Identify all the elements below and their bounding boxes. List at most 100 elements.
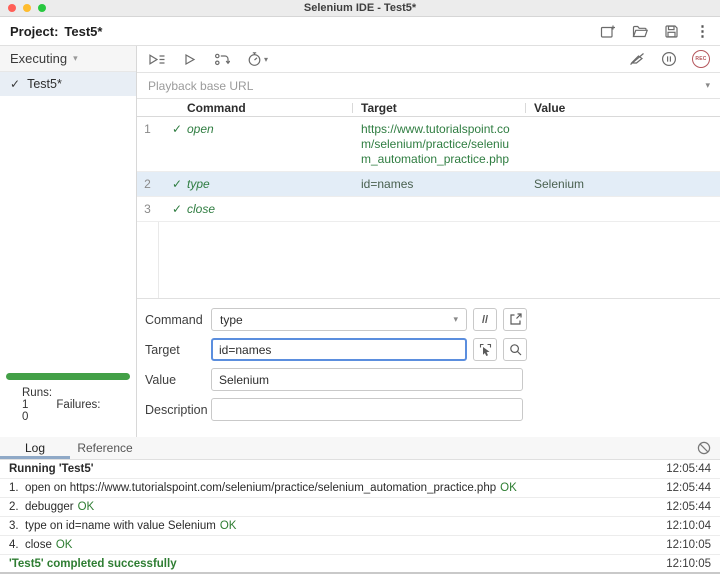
log-entry-text: debugger	[25, 501, 74, 513]
tests-view-label: Executing	[10, 51, 67, 66]
log-entry-text: Running 'Test5'	[9, 463, 93, 475]
log-entry-time: 12:05:44	[658, 482, 711, 494]
editor-panel: ▾ REC ▾	[137, 46, 720, 437]
test-speed-button[interactable]: ▾	[247, 51, 268, 67]
run-progress-bar	[6, 373, 130, 380]
runs-summary: Runs: 1Failures: 0	[0, 380, 136, 437]
open-folder-icon	[632, 24, 648, 39]
record-button[interactable]: REC	[692, 50, 710, 68]
log-entry-time: 12:05:44	[658, 501, 711, 513]
command-row[interactable]: 2 ✓type id=names Selenium	[137, 172, 720, 197]
log-entry-status: OK	[500, 482, 517, 494]
log-entry-time: 12:10:05	[658, 558, 711, 570]
playback-toolbar: ▾ REC	[137, 46, 720, 73]
toggle-comment-button[interactable]: //	[473, 308, 497, 331]
command-select[interactable]: type ▾	[211, 308, 467, 331]
command-row[interactable]: 1 ✓open https://www.tutorialspoint.com/s…	[137, 117, 720, 172]
find-target-button[interactable]	[503, 338, 527, 361]
project-bar: Project:Test5* ⋮	[0, 17, 720, 46]
save-project-button[interactable]	[664, 24, 679, 39]
log-entry-time: 12:05:44	[658, 463, 711, 475]
comment-slashes-icon: //	[482, 314, 488, 326]
open-in-new-window-button[interactable]	[503, 308, 527, 331]
log-entry-number: 2.	[9, 501, 25, 513]
column-divider	[525, 103, 526, 113]
commands-table-body: 1 ✓open https://www.tutorialspoint.com/s…	[137, 117, 720, 298]
command-passed-check-icon: ✓	[172, 202, 182, 217]
value-input[interactable]	[211, 368, 523, 391]
kebab-menu-icon: ⋮	[695, 24, 710, 39]
target-cell: https://www.tutorialspoint.com/selenium/…	[352, 117, 525, 171]
log-entry: 'Test5' completed successfully 12:10:05	[0, 555, 720, 572]
new-project-button[interactable]	[600, 24, 616, 39]
log-entry: 1. open on https://www.tutorialspoint.co…	[0, 479, 720, 498]
titlebar: Selenium IDE - Test5*	[0, 0, 720, 17]
stopwatch-icon	[247, 51, 262, 67]
chevron-down-icon: ▾	[73, 53, 78, 64]
command-row-number: 2	[137, 172, 158, 196]
main-area: Executing ▾ ✓ Test5* Runs: 1Failures: 0	[0, 46, 720, 437]
step-over-button[interactable]	[213, 52, 230, 67]
failures-label: Failures:	[56, 399, 100, 411]
more-options-button[interactable]: ⋮	[695, 24, 710, 39]
target-input[interactable]	[211, 338, 467, 361]
project-actions: ⋮	[600, 24, 710, 39]
command-passed-check-icon: ✓	[172, 122, 182, 137]
run-current-test-button[interactable]	[183, 52, 196, 67]
log-entry-status: OK	[220, 520, 237, 532]
log-entry: 4. close OK 12:10:05	[0, 536, 720, 555]
tests-view-dropdown[interactable]: Executing ▾	[0, 46, 136, 72]
command-editor-form: Command type ▾ // Target	[137, 298, 720, 437]
command-select-value: type	[220, 313, 243, 327]
project-title: Project:Test5*	[10, 24, 102, 39]
toolbar-left-group: ▾	[147, 51, 268, 67]
tests-sidebar: Executing ▾ ✓ Test5* Runs: 1Failures: 0	[0, 46, 137, 437]
value-cell: Selenium	[525, 172, 720, 196]
column-target: Target	[352, 101, 525, 115]
save-icon	[664, 24, 679, 39]
target-cursor-icon	[479, 343, 492, 356]
window-title: Selenium IDE - Test5*	[0, 2, 720, 14]
failures-count: 0	[22, 411, 28, 423]
command-row[interactable]: 3 ✓close	[137, 197, 720, 222]
pause-on-exceptions-button[interactable]	[661, 51, 677, 67]
project-name: Test5*	[64, 24, 102, 39]
disable-breakpoints-button[interactable]	[628, 51, 646, 67]
tab-log[interactable]: Log	[0, 437, 70, 459]
commands-table-header: Command Target Value	[137, 99, 720, 117]
column-value: Value	[525, 101, 720, 115]
select-target-in-page-button[interactable]	[473, 338, 497, 361]
log-entry-text: open on https://www.tutorialspoint.com/s…	[25, 482, 496, 494]
log-entry-time: 12:10:05	[658, 539, 711, 551]
command-cell: ✓type	[158, 172, 352, 196]
sidebar-item-test5[interactable]: ✓ Test5*	[0, 72, 136, 96]
runs-label: Runs:	[22, 387, 52, 399]
chevron-down-icon: ▾	[264, 55, 268, 64]
play-all-icon	[147, 52, 166, 67]
command-row-number: 1	[137, 117, 158, 171]
selenium-ide-window: Selenium IDE - Test5* Project:Test5* ⋮	[0, 0, 720, 574]
clear-log-button[interactable]	[697, 437, 720, 459]
run-all-tests-button[interactable]	[147, 52, 166, 67]
test-name: Test5*	[27, 77, 62, 91]
commands-table: Command Target Value 1 ✓open https://www…	[137, 99, 720, 298]
description-form-row: Description	[145, 398, 720, 421]
tab-reference[interactable]: Reference	[70, 437, 140, 459]
log-entry-time: 12:10:04	[658, 520, 711, 532]
log-entry: 2. debugger OK 12:05:44	[0, 498, 720, 517]
playback-base-url-input[interactable]	[137, 73, 720, 98]
command-field-label: Command	[145, 313, 211, 327]
log-entry-text: type on id=name with value Selenium	[25, 520, 216, 532]
column-divider	[352, 103, 353, 113]
target-cell	[352, 197, 525, 221]
target-cell: id=names	[352, 172, 525, 196]
value-form-row: Value	[145, 368, 720, 391]
description-input[interactable]	[211, 398, 523, 421]
log-panel: Log Reference Running 'Test5' 12:05:44 1…	[0, 437, 720, 572]
test-passed-check-icon: ✓	[10, 77, 20, 91]
open-project-button[interactable]	[632, 24, 648, 39]
clear-log-icon	[697, 441, 711, 455]
command-passed-check-icon: ✓	[172, 177, 182, 192]
value-cell	[525, 197, 720, 221]
log-tab-bar: Log Reference	[0, 437, 720, 460]
